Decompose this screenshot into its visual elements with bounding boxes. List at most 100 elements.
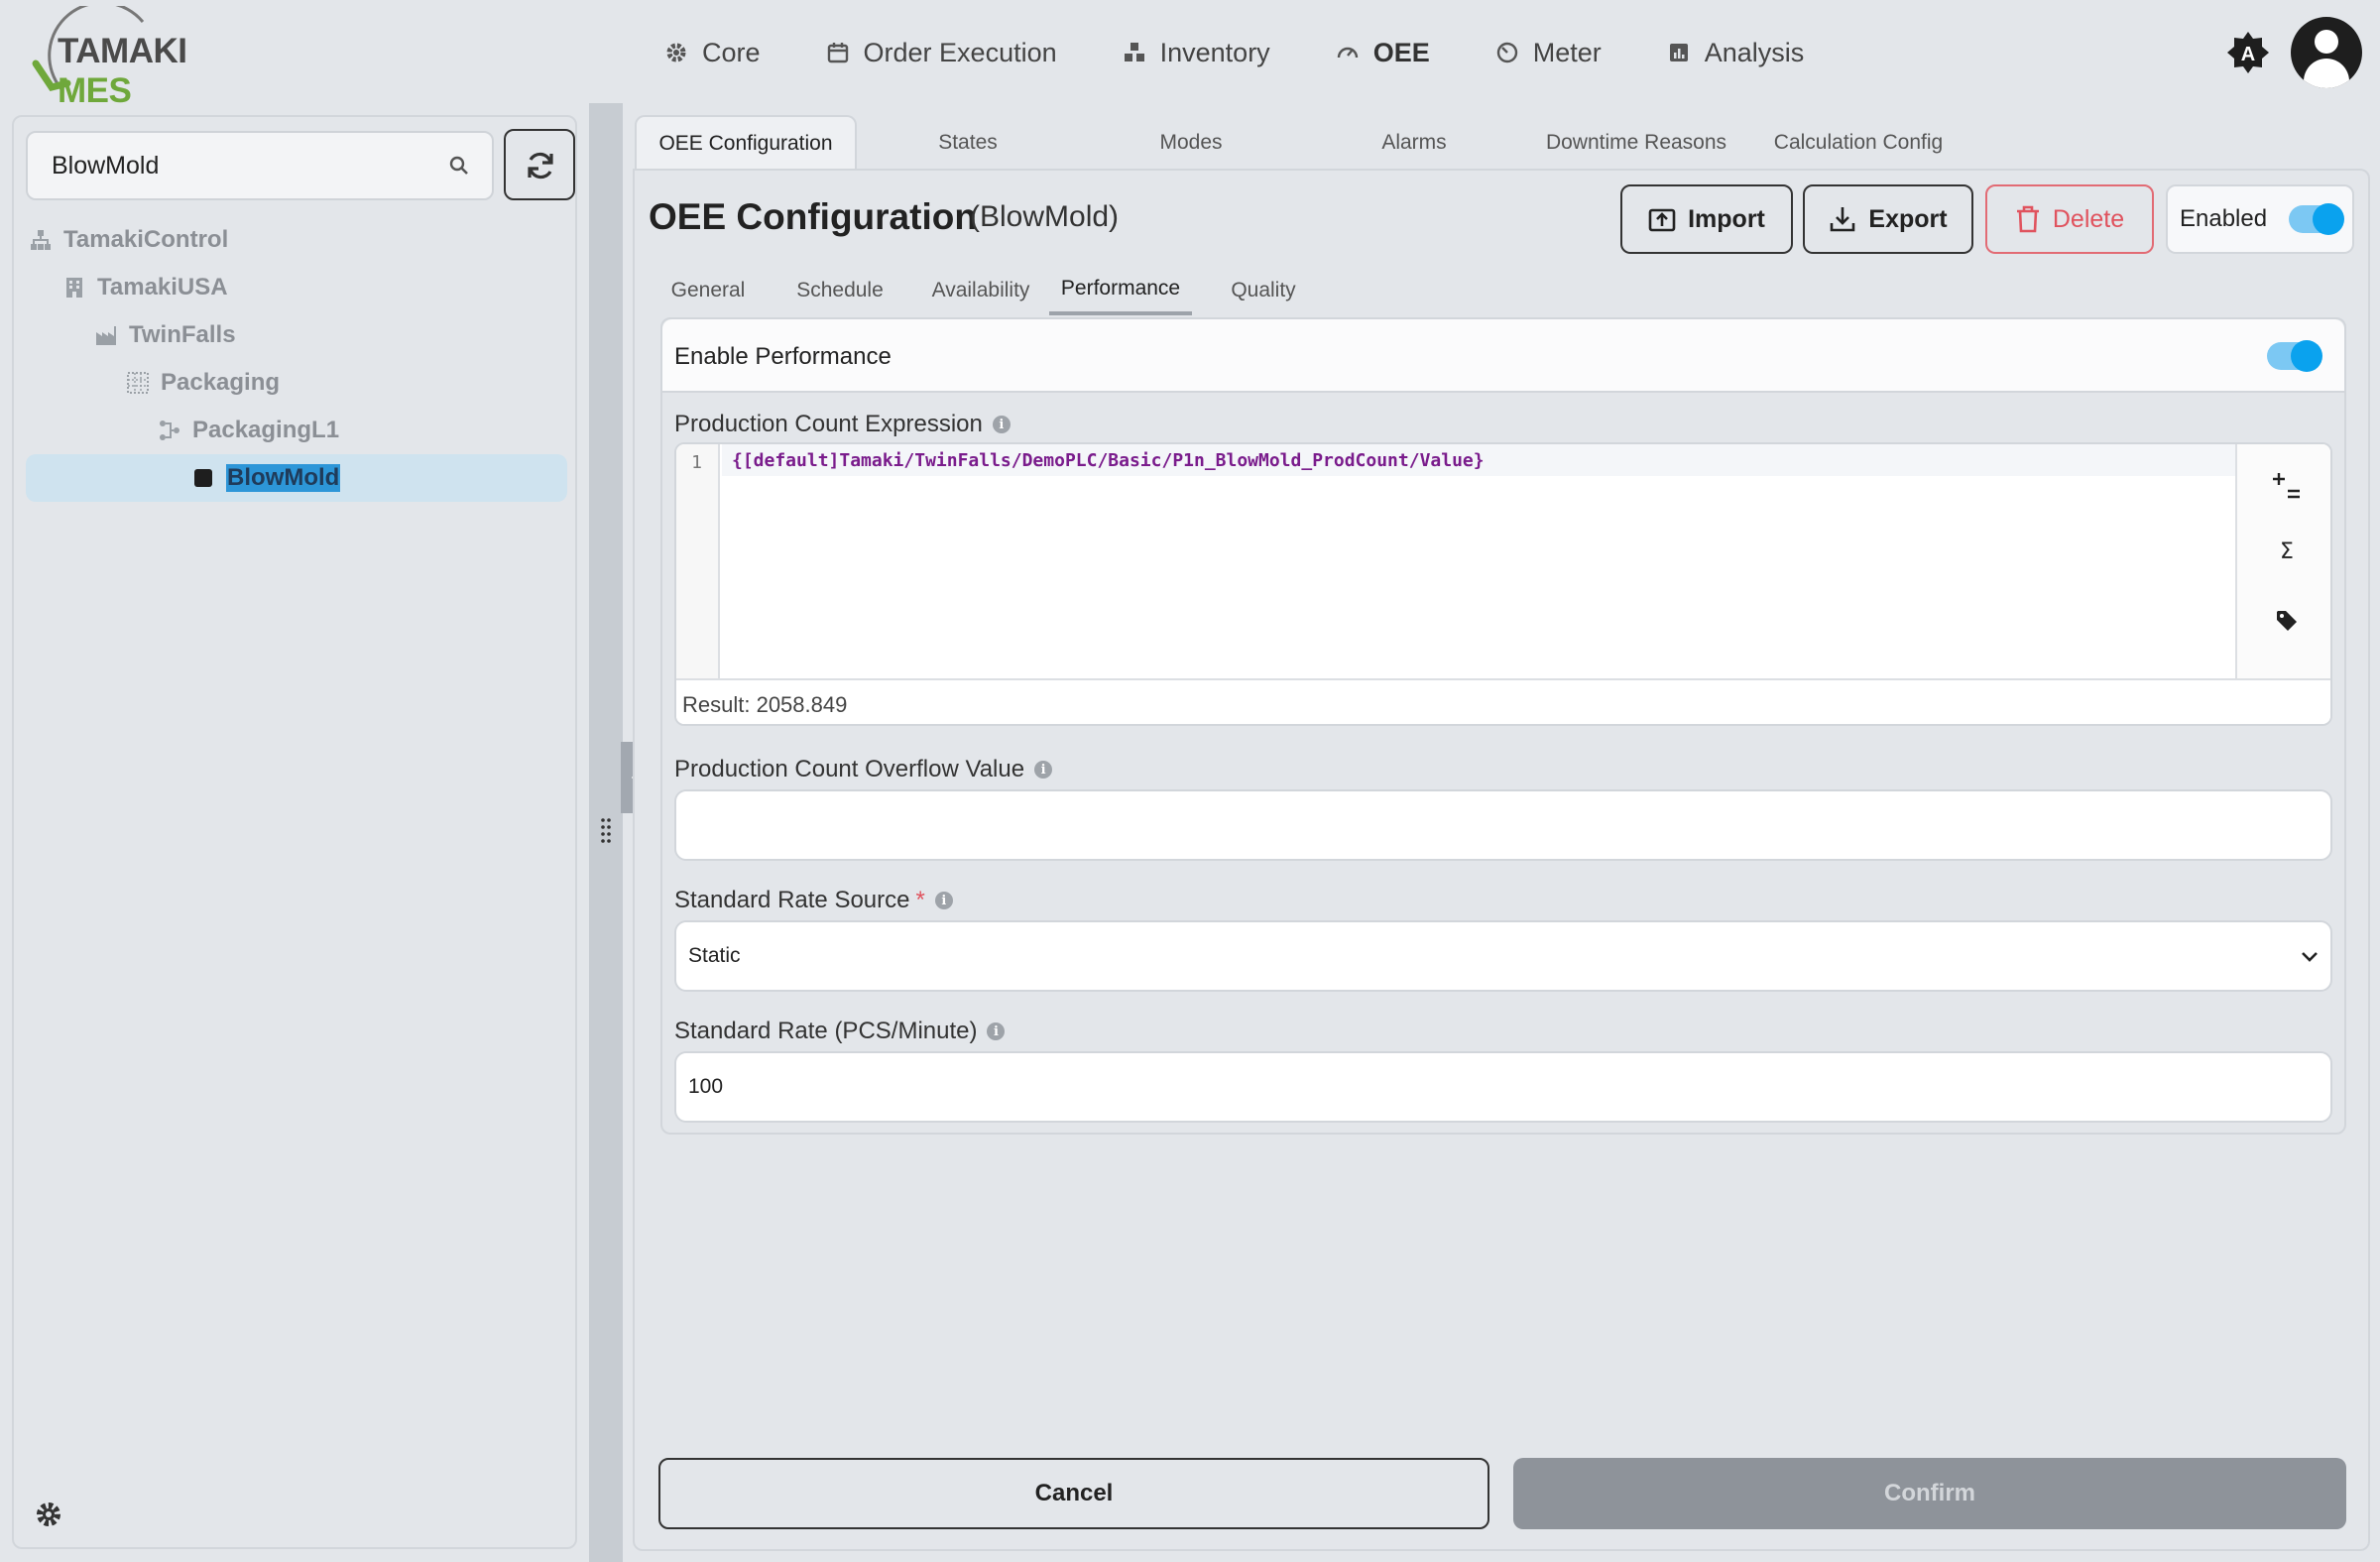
tab-oee-configuration[interactable]: OEE Configuration bbox=[635, 115, 857, 171]
tree-item-label: BlowMold bbox=[226, 464, 341, 492]
delete-button[interactable]: Delete bbox=[1985, 184, 2154, 254]
logo-text: TAMAKI MES bbox=[58, 32, 232, 111]
tree-item-tamakicontrol[interactable]: TamakiControl bbox=[26, 216, 567, 264]
settings-gear-icon[interactable] bbox=[34, 1500, 63, 1529]
tree-item-twinfalls[interactable]: TwinFalls bbox=[26, 311, 567, 359]
tree-item-tamakiusa[interactable]: TamakiUSA bbox=[26, 264, 567, 311]
subtab-performance[interactable]: Performance bbox=[1049, 266, 1192, 315]
expression-tools: Σ bbox=[2235, 444, 2330, 678]
drag-handle-icon[interactable] bbox=[599, 817, 613, 847]
user-avatar[interactable] bbox=[2291, 17, 2362, 88]
nav-analysis-label: Analysis bbox=[1704, 37, 1805, 67]
line-icon bbox=[160, 421, 179, 440]
boxes-icon bbox=[1124, 43, 1144, 61]
tree-item-label: TamakiUSA bbox=[97, 274, 228, 300]
info-icon[interactable]: i bbox=[992, 416, 1011, 433]
enabled-toggle[interactable] bbox=[2289, 203, 2345, 235]
rate-source-label-text: Standard Rate Source bbox=[674, 887, 910, 913]
nav-analysis[interactable]: Analysis bbox=[1667, 37, 1805, 68]
expression-result: Result: 2058.849 bbox=[676, 678, 2330, 724]
logo-text-part1: TAMAKI bbox=[58, 32, 187, 70]
nav-core-label: Core bbox=[702, 37, 761, 67]
cell-square-icon bbox=[194, 469, 212, 487]
tab-modes[interactable]: Modes bbox=[1079, 115, 1303, 171]
enabled-switch-box: Enabled bbox=[2166, 184, 2354, 254]
nav-oee[interactable]: OEE bbox=[1336, 38, 1430, 68]
delete-label: Delete bbox=[2052, 204, 2125, 233]
overflow-label-text: Production Count Overflow Value bbox=[674, 756, 1025, 782]
tree-item-label: PackagingL1 bbox=[192, 417, 340, 443]
export-label: Export bbox=[1868, 204, 1948, 233]
search-icon[interactable] bbox=[448, 155, 470, 177]
subtab-quality[interactable]: Quality bbox=[1192, 266, 1335, 315]
export-button[interactable]: Export bbox=[1803, 184, 1973, 254]
search-input[interactable] bbox=[28, 133, 444, 198]
tab-alarms[interactable]: Alarms bbox=[1303, 115, 1525, 171]
tree-item-blowmold[interactable]: BlowMold bbox=[26, 454, 567, 502]
rate-source-value: Static bbox=[688, 944, 741, 967]
info-icon[interactable]: i bbox=[987, 1022, 1006, 1040]
standard-rate-source-select[interactable]: Static bbox=[674, 920, 2332, 992]
performance-header: Enable Performance bbox=[662, 319, 2344, 393]
overflow-value-input[interactable] bbox=[674, 789, 2332, 861]
search-box bbox=[26, 131, 494, 200]
logo-text-part2: MES bbox=[58, 71, 132, 110]
info-icon[interactable]: i bbox=[1034, 761, 1053, 779]
hierarchy-icon bbox=[31, 230, 51, 250]
tag-browser-button[interactable] bbox=[2267, 601, 2307, 641]
expression-label-text: Production Count Expression bbox=[674, 411, 983, 437]
tree-item-packaging[interactable]: Packaging bbox=[26, 359, 567, 407]
asset-tree: TamakiControl TamakiUSA TwinFalls Packag… bbox=[26, 216, 567, 502]
chevron-down-icon bbox=[2302, 952, 2318, 962]
standard-rate-label: Standard Rate (PCS/Minute) i bbox=[674, 1018, 1006, 1045]
cancel-button[interactable]: Cancel bbox=[658, 1458, 1489, 1529]
insert-operator-button[interactable] bbox=[2267, 466, 2307, 506]
subtab-schedule[interactable]: Schedule bbox=[768, 266, 912, 315]
refresh-button[interactable] bbox=[504, 129, 575, 200]
import-icon bbox=[1648, 208, 1676, 232]
tree-item-packagingl1[interactable]: PackagingL1 bbox=[26, 407, 567, 454]
area-grid-icon bbox=[127, 372, 149, 394]
page-subtitle: (BlowMold) bbox=[970, 200, 1120, 233]
required-marker: * bbox=[915, 887, 925, 913]
nav-core[interactable]: Core bbox=[664, 38, 761, 68]
confirm-button[interactable]: Confirm bbox=[1513, 1458, 2346, 1529]
download-icon bbox=[1831, 207, 1855, 232]
nav-inventory-label: Inventory bbox=[1159, 37, 1270, 67]
tab-states[interactable]: States bbox=[857, 115, 1079, 171]
page-title: OEE Configuration bbox=[649, 196, 977, 237]
subtab-general[interactable]: General bbox=[649, 266, 768, 315]
main-content: OEE Configuration (BlowMold) Import Expo… bbox=[633, 169, 2370, 1551]
performance-card: Enable Performance Production Count Expr… bbox=[660, 317, 2346, 1135]
svg-text:A: A bbox=[2241, 44, 2255, 65]
expression-editor[interactable]: 1 {[default]Tamaki/TwinFalls/DemoPLC/Bas… bbox=[674, 442, 2332, 726]
info-icon[interactable]: i bbox=[934, 892, 953, 909]
nav-inventory[interactable]: Inventory bbox=[1123, 38, 1270, 68]
building-icon bbox=[66, 278, 82, 298]
sum-function-button[interactable]: Σ bbox=[2267, 532, 2307, 571]
theme-toggle-icon[interactable]: A bbox=[2225, 30, 2271, 75]
tag-icon bbox=[2277, 611, 2297, 631]
nav-order-execution[interactable]: Order Execution bbox=[826, 38, 1057, 68]
enable-performance-label: Enable Performance bbox=[674, 343, 892, 370]
expression-code[interactable]: {[default]Tamaki/TwinFalls/DemoPLC/Basic… bbox=[732, 450, 1485, 471]
import-label: Import bbox=[1688, 204, 1765, 233]
tab-calculation-config[interactable]: Calculation Config bbox=[1747, 115, 1969, 171]
main-nav: Core Order Execution Inventory OEE Meter… bbox=[664, 30, 1869, 75]
import-button[interactable]: Import bbox=[1620, 184, 1793, 254]
tab-downtime-reasons[interactable]: Downtime Reasons bbox=[1525, 115, 1747, 171]
standard-rate-input[interactable] bbox=[674, 1051, 2332, 1123]
line-number: 1 bbox=[691, 452, 702, 473]
nav-order-execution-label: Order Execution bbox=[863, 37, 1057, 67]
main-tabs: OEE Configuration States Modes Alarms Do… bbox=[635, 115, 1969, 171]
tree-item-label: Packaging bbox=[161, 369, 281, 396]
gauge-icon bbox=[1337, 47, 1358, 59]
tamaki-mes-logo[interactable]: TAMAKI MES bbox=[24, 1, 232, 110]
nav-meter-label: Meter bbox=[1532, 37, 1602, 67]
top-navbar: TAMAKI MES Core Order Execution Inventor… bbox=[0, 0, 2380, 110]
nav-oee-label: OEE bbox=[1372, 37, 1430, 67]
refresh-icon bbox=[528, 152, 553, 180]
nav-meter[interactable]: Meter bbox=[1495, 38, 1602, 68]
subtab-availability[interactable]: Availability bbox=[912, 266, 1049, 315]
enable-performance-toggle[interactable] bbox=[2267, 340, 2322, 372]
